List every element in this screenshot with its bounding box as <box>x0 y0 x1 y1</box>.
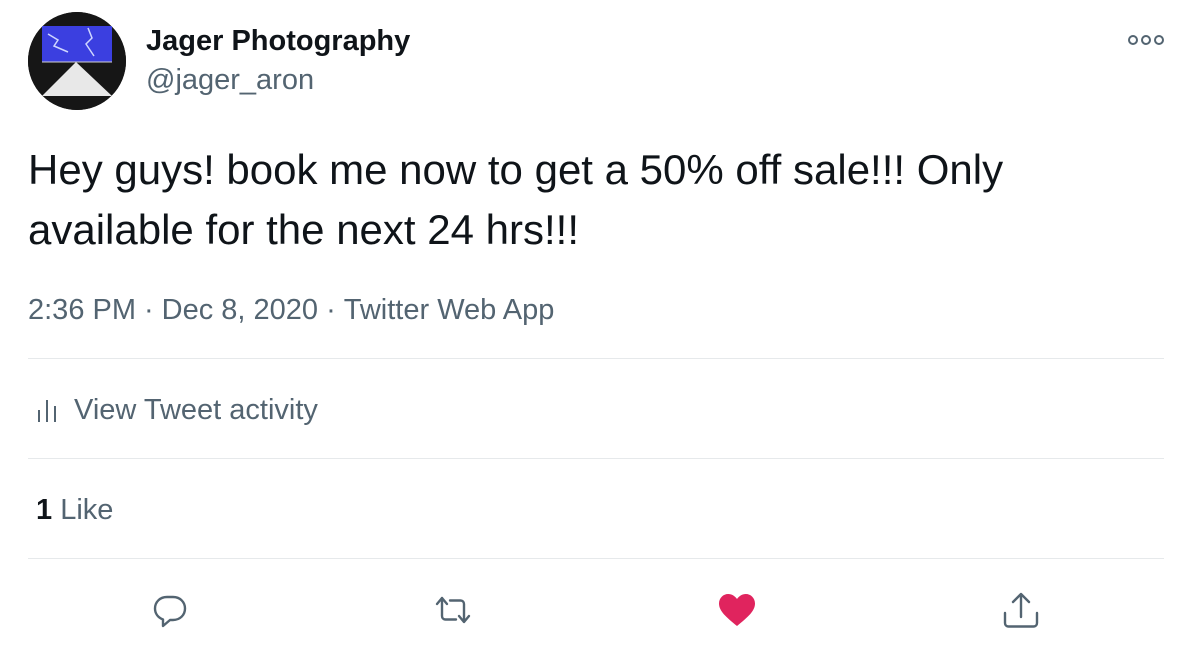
divider <box>28 458 1164 459</box>
view-tweet-activity-label: View Tweet activity <box>74 393 318 426</box>
avatar-image <box>28 12 126 110</box>
tweet-date[interactable]: Dec 8, 2020 <box>162 294 318 326</box>
author-display-name[interactable]: Jager Photography <box>146 22 410 60</box>
avatar[interactable] <box>28 12 126 110</box>
divider <box>28 558 1164 559</box>
retweet-button[interactable] <box>428 585 478 635</box>
divider <box>28 358 1164 359</box>
like-button[interactable] <box>712 585 762 635</box>
tweet-meta: 2:36 PM · Dec 8, 2020 · Twitter Web App <box>28 290 554 330</box>
tweet-text: Hey guys! book me now to get a 50% off s… <box>28 146 1004 253</box>
heart-icon <box>719 594 755 626</box>
meta-separator: · <box>326 294 336 326</box>
more-options-button[interactable] <box>1124 28 1168 52</box>
author-block: Jager Photography @jager_aron <box>146 22 410 100</box>
tweet-detail: Jager Photography @jager_aron Hey guys! … <box>0 0 1200 662</box>
like-label: Like <box>60 494 114 526</box>
tweet-time[interactable]: 2:36 PM <box>28 294 136 326</box>
action-bar <box>0 585 1200 635</box>
bar-chart-icon <box>38 400 56 422</box>
tweet-source[interactable]: Twitter Web App <box>344 294 555 326</box>
share-upload-icon <box>1003 592 1039 628</box>
likes-stat[interactable]: 1 Like <box>36 490 113 530</box>
view-tweet-activity-link[interactable]: View Tweet activity <box>28 388 318 432</box>
retweet-icon <box>435 596 471 624</box>
reply-bubble-icon <box>153 595 187 628</box>
like-count: 1 <box>36 494 53 526</box>
author-handle[interactable]: @jager_aron <box>146 60 410 100</box>
meta-separator: · <box>144 294 154 326</box>
reply-button[interactable] <box>145 585 195 635</box>
share-button[interactable] <box>996 585 1046 635</box>
more-dots-icon <box>1128 35 1164 45</box>
